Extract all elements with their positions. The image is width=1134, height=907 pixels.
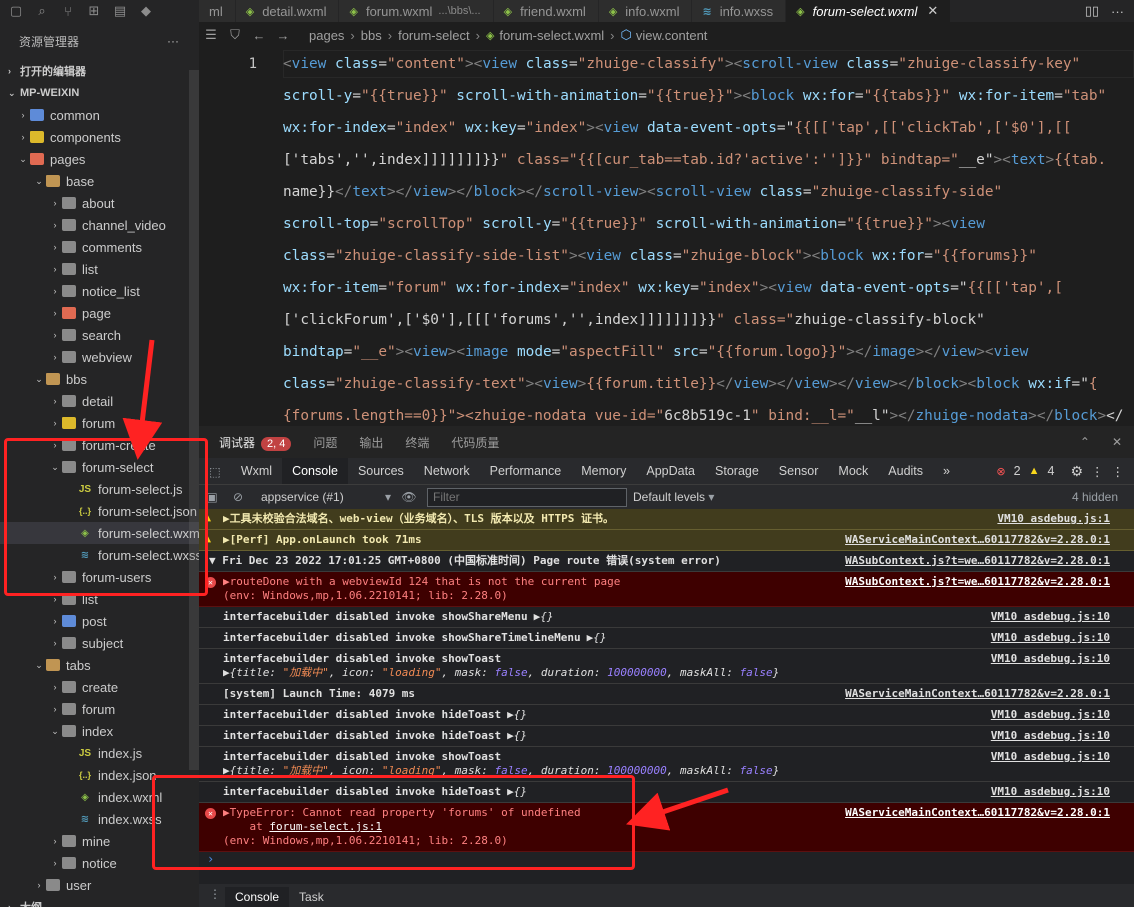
annotation-arrow-explorer bbox=[122, 339, 163, 460]
annotation-arrow-error bbox=[626, 787, 729, 831]
annotation-arrows bbox=[122, 339, 729, 831]
